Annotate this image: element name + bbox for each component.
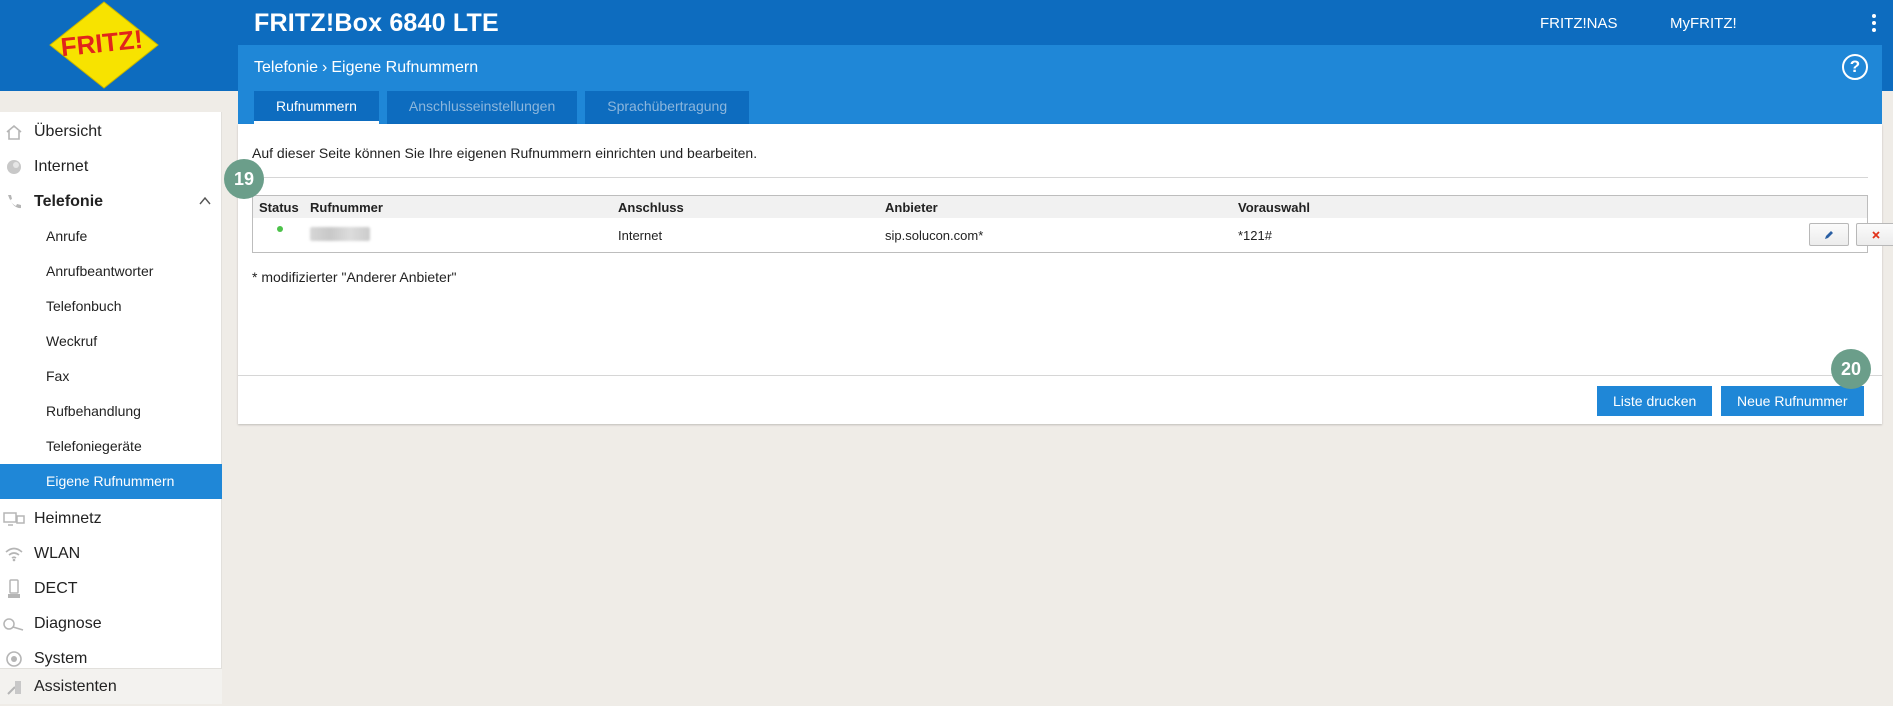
sidebar-item-internet[interactable]: Internet [0, 150, 222, 184]
myfritz-link[interactable]: MyFRITZ! [1670, 15, 1737, 32]
vorauswahl-cell: *121# [1238, 228, 1272, 243]
print-list-button[interactable]: Liste drucken [1597, 386, 1713, 416]
dect-phone-icon [3, 578, 25, 600]
tab-rufnummern[interactable]: Rufnummern [254, 91, 379, 124]
delete-button[interactable] [1856, 223, 1893, 246]
rufnummer-value-redacted [310, 227, 370, 241]
wifi-icon [3, 543, 25, 565]
sidebar-item-label: WLAN [34, 545, 81, 562]
fritz-nas-link[interactable]: FRITZ!NAS [1540, 15, 1618, 32]
sidebar-subitem-fax[interactable]: Fax [0, 359, 222, 394]
diagnose-icon [3, 613, 25, 635]
table-header: Status Rufnummer Anschluss Anbieter Vora… [253, 196, 1867, 218]
breadcrumb-current: Eigene Rufnummern [331, 59, 479, 76]
sidebar: Übersicht Internet Telefonie Anrufe Anru… [0, 112, 222, 704]
sidebar-subitem-label: Anrufbeantworter [46, 263, 154, 279]
sidebar-subitem-label: Telefoniegeräte [46, 438, 142, 454]
sidebar-subitem-weckruf[interactable]: Weckruf [0, 324, 222, 359]
sidebar-item-assistenten-inner: Assistenten [0, 670, 222, 704]
breadcrumb-parent[interactable]: Telefonie [254, 59, 318, 76]
new-number-button[interactable]: Neue Rufnummer [1721, 386, 1864, 416]
column-header-status[interactable]: Status [259, 200, 299, 215]
divider [252, 177, 1868, 178]
column-header-vorauswahl[interactable]: Vorauswahl [1238, 200, 1310, 215]
sidebar-subitem-label: Rufbehandlung [46, 403, 141, 419]
edit-button[interactable] [1809, 223, 1849, 246]
rufnummern-table: Status Rufnummer Anschluss Anbieter Vora… [252, 195, 1893, 253]
sidebar-item-label: Übersicht [34, 123, 102, 140]
sidebar-subitem-anrufe[interactable]: Anrufe [0, 219, 222, 254]
home-icon [3, 121, 25, 143]
close-icon [1872, 230, 1880, 239]
chevron-right-icon: › [322, 59, 328, 76]
content-header: Telefonie › Eigene Rufnummern ? Rufnummern… [238, 45, 1882, 124]
sidebar-subitem-eigene-rufnummern[interactable]: Eigene Rufnummern [0, 464, 222, 499]
divider [238, 375, 1882, 376]
step-marker-badge: 20 [1831, 349, 1871, 389]
column-header-anschluss[interactable]: Anschluss [618, 200, 684, 215]
fritz-logo[interactable]: FRITZ! [46, 0, 162, 90]
sidebar-subitem-label: Anrufe [46, 228, 88, 244]
sidebar-item-heimnetz[interactable]: Heimnetz [0, 502, 222, 536]
sidebar-subitem-anrufbeantworter[interactable]: Anrufbeantworter [0, 254, 222, 289]
column-header-rufnummer[interactable]: Rufnummer [310, 200, 383, 215]
sidebar-subitem-rufbehandlung[interactable]: Rufbehandlung [0, 394, 222, 429]
phone-icon [3, 191, 25, 213]
wizard-icon [3, 676, 25, 698]
anschluss-cell: Internet [618, 228, 663, 243]
sidebar-item-label: Telefonie [34, 193, 104, 210]
pencil-icon [1825, 230, 1833, 239]
device-title: FRITZ!Box 6840 LTE [254, 9, 499, 37]
sidebar-subitem-label: Telefonbuch [46, 298, 122, 314]
sidebar-item-label: DECT [34, 580, 78, 597]
network-icon [3, 508, 25, 530]
help-icon[interactable]: ? [1842, 54, 1868, 80]
sidebar-item-diagnose[interactable]: Diagnose [0, 607, 222, 641]
sidebar-item-wlan[interactable]: WLAN [0, 537, 222, 571]
status-indicator-icon [277, 226, 283, 232]
sidebar-subitem-label: Weckruf [46, 333, 98, 349]
sidebar-item-label: System [34, 650, 88, 667]
sidebar-item-telefonie[interactable]: Telefonie [0, 185, 222, 219]
sidebar-item-label: Heimnetz [34, 510, 102, 527]
kebab-menu-icon[interactable] [1870, 14, 1878, 36]
step-marker-badge: 19 [224, 159, 264, 199]
sidebar-item-dect[interactable]: DECT [0, 572, 222, 606]
anbieter-cell: sip.solucon.com* [885, 228, 984, 243]
sidebar-item-uebersicht[interactable]: Übersicht [0, 115, 222, 149]
column-header-anbieter[interactable]: Anbieter [885, 200, 938, 215]
sidebar-item-label: Internet [34, 158, 89, 175]
tab-anschlusseinstellungen[interactable]: Anschlusseinstellungen [386, 91, 578, 124]
system-icon [3, 648, 25, 670]
sidebar-item-label: Diagnose [34, 615, 102, 632]
breadcrumb: Telefonie › Eigene Rufnummern [254, 59, 478, 77]
sidebar-subitem-telefoniegeraete[interactable]: Telefoniegeräte [0, 429, 222, 464]
tab-sprachuebertragung[interactable]: Sprachübertragung [585, 91, 750, 124]
intro-text: Auf dieser Seite können Sie Ihre eigenen… [252, 145, 758, 161]
sidebar-subitem-telefonbuch[interactable]: Telefonbuch [0, 289, 222, 324]
globe-icon [3, 156, 25, 178]
sidebar-subitem-label: Fax [46, 368, 70, 384]
tab-bar: Rufnummern Anschlusseinstellungen Sprach… [254, 91, 750, 124]
main-content-card: Auf dieser Seite können Sie Ihre eigenen… [238, 124, 1893, 424]
chevron-up-icon[interactable] [198, 194, 212, 208]
sidebar-subitem-label: Eigene Rufnummern [46, 473, 175, 489]
footnote: * modifizierter "Anderer Anbieter" [252, 269, 457, 285]
sidebar-item-assistenten[interactable]: Assistenten [0, 668, 222, 704]
sidebar-item-label: Assistenten [34, 678, 117, 695]
